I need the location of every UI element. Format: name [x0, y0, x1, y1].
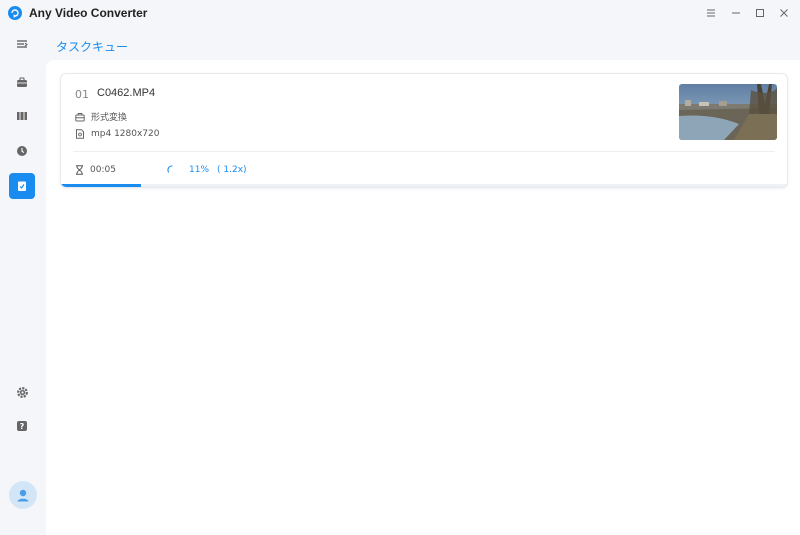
- task-filename: C0462.MP4: [97, 87, 156, 99]
- help-icon[interactable]: ?: [9, 413, 35, 439]
- task-index: 01: [75, 88, 89, 101]
- task-operation: 形式変換: [91, 113, 128, 123]
- task-queue-button[interactable]: [9, 173, 35, 199]
- user-icon: [17, 489, 29, 502]
- card-divider: [73, 151, 775, 152]
- app-logo-icon: [8, 6, 22, 20]
- progress-bar: [61, 184, 787, 187]
- task-operation-row: 形式変換: [75, 110, 127, 123]
- title-bar: Any Video Converter: [0, 0, 800, 26]
- toolbox-icon[interactable]: [9, 69, 35, 95]
- task-elapsed-row: 00:05: [75, 165, 116, 175]
- task-progress-percent: 11%: [189, 165, 210, 175]
- film-icon[interactable]: [9, 103, 35, 129]
- task-format-row: mp4 1280x720: [75, 129, 159, 139]
- tab-task-queue[interactable]: タスクキュー: [56, 38, 128, 55]
- video-thumbnail: [679, 84, 777, 140]
- file-settings-icon: [76, 129, 84, 139]
- clock-icon[interactable]: [9, 138, 35, 164]
- sidebar: ?: [0, 26, 46, 535]
- menu-icon[interactable]: [701, 4, 721, 22]
- task-check-icon: [18, 181, 26, 191]
- svg-text:?: ?: [20, 422, 25, 431]
- gear-icon[interactable]: [9, 379, 35, 405]
- user-avatar[interactable]: [9, 481, 37, 509]
- progress-bar-fill: [61, 184, 142, 187]
- spinner-icon: [167, 165, 173, 173]
- menu-collapse-icon[interactable]: [9, 31, 35, 57]
- minimize-icon[interactable]: [726, 4, 746, 22]
- toolbox-icon: [75, 112, 85, 121]
- task-speed: ( 1.2x): [217, 165, 247, 175]
- maximize-icon[interactable]: [750, 4, 770, 22]
- app-title: Any Video Converter: [29, 6, 148, 20]
- task-progress-row: 11% ( 1.2x): [167, 165, 247, 175]
- close-icon[interactable]: [774, 4, 794, 22]
- task-output-format: mp4 1280x720: [91, 129, 160, 139]
- task-elapsed-time: 00:05: [90, 165, 116, 175]
- task-card[interactable]: 01 C0462.MP4 形式変換 mp4 1280x720 00:05 11%…: [60, 73, 788, 188]
- hourglass-icon: [76, 165, 83, 175]
